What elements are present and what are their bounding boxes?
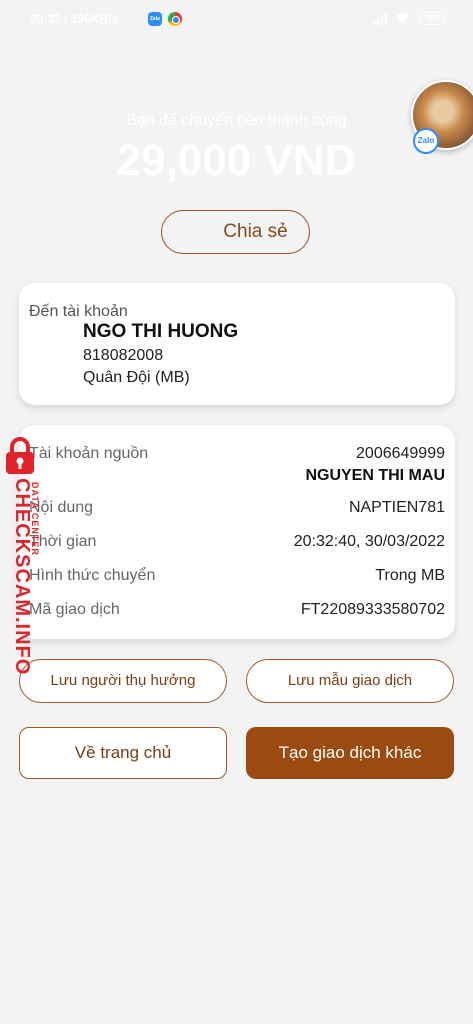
recipient-account: 818082008 <box>83 347 164 364</box>
chrome-icon <box>168 12 182 26</box>
destination-label: Đến tài khoản <box>29 303 128 320</box>
reference-value: FT22089333580702 <box>300 601 445 618</box>
destination-card: Đến tài khoản NGO THI HUONG 818082008 Qu… <box>19 283 455 405</box>
lock-icon <box>6 437 34 474</box>
battery-icon: 100 <box>419 12 445 25</box>
save-recipient-button[interactable]: Lưu người thụ hưởng <box>19 659 227 703</box>
reference-label: Mã giao dịch <box>29 601 120 618</box>
signal-icon <box>373 13 387 25</box>
wifi-icon <box>396 13 410 23</box>
method-value: Trong MB <box>375 567 445 584</box>
transaction-details-card: Tài khoản nguồn 2006649999 NGUYEN THI MA… <box>19 425 455 639</box>
source-account-name: NGUYEN THI MAU <box>305 467 445 484</box>
status-bar: 20:32 | 196KB/s Zalo 100 <box>0 0 473 38</box>
source-account-label: Tài khoản nguồn <box>29 445 149 462</box>
method-label: Hình thức chuyển <box>29 567 156 584</box>
source-account-value: 2006649999 <box>356 445 445 462</box>
zalo-icon: Zalo <box>148 12 162 26</box>
new-transaction-button[interactable]: Tạo giao dịch khác <box>246 727 454 779</box>
recipient-name: NGO THI HUONG <box>83 321 239 342</box>
content-value: NAPTIEN781 <box>348 499 445 516</box>
share-button[interactable]: Chia sẻ <box>161 210 310 254</box>
time-value: 20:32:40, 30/03/2022 <box>293 533 445 550</box>
home-button[interactable]: Về trang chủ <box>19 727 227 779</box>
recipient-bank: Quân Đội (MB) <box>83 369 190 386</box>
transfer-amount: 29,000 VND <box>116 136 357 185</box>
watermark-sub: DATA CENTER <box>30 482 40 556</box>
zalo-chat-bubble[interactable]: Zalo <box>411 80 473 154</box>
save-template-button[interactable]: Lưu mẫu giao dịch <box>246 659 454 703</box>
zalo-badge-icon: Zalo <box>413 128 439 154</box>
success-message: Bạn đã chuyển tiền thành công <box>126 112 347 129</box>
status-time: 20:32 | 196KB/s <box>30 12 119 26</box>
